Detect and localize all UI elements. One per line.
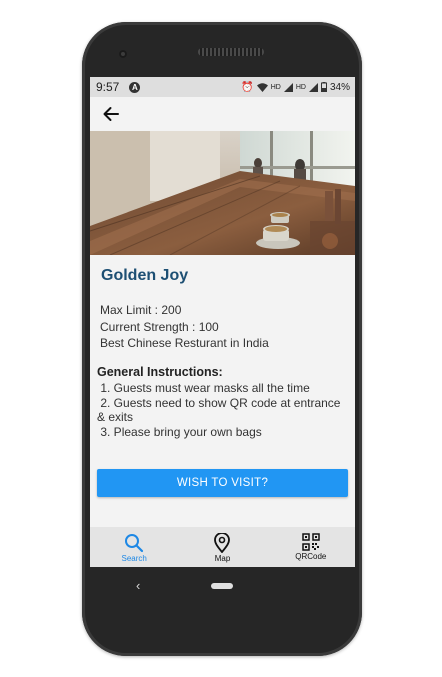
restaurant-photo (90, 131, 355, 255)
status-bar: 9:57 A ⏰ HD HD 34% (90, 77, 355, 97)
app-bar (90, 97, 355, 131)
bottom-navigation: Search Map QRCode (90, 527, 355, 567)
map-pin-icon (214, 533, 231, 553)
system-home-pill[interactable] (211, 583, 233, 589)
search-icon (125, 534, 144, 553)
battery-icon (320, 82, 327, 92)
instructions-title: General Instructions: (97, 365, 223, 379)
wifi-icon (256, 82, 268, 92)
wish-to-visit-button[interactable]: WISH TO VISIT? (97, 469, 348, 497)
battery-percent: 34% (329, 81, 350, 93)
status-icons: ⏰ HD HD 34% (241, 82, 350, 93)
nav-tab-qrcode[interactable]: QRCode (267, 527, 355, 567)
signal-icon-1 (283, 82, 293, 92)
front-camera (119, 50, 127, 58)
hd-label-1: HD (270, 83, 281, 91)
nav-tab-search[interactable]: Search (90, 527, 178, 567)
instruction-item: 1. Guests must wear masks all the time (97, 381, 310, 395)
earpiece-speaker (198, 48, 264, 56)
restaurant-name: Golden Joy (101, 267, 189, 284)
instruction-item: 3. Please bring your own bags (97, 424, 262, 439)
description-text: Best Chinese Resturant in India (100, 336, 269, 350)
system-back-icon[interactable]: ‹ (136, 578, 140, 593)
hd-label-2: HD (295, 83, 306, 91)
signal-icon-2 (308, 82, 318, 92)
restaurant-info: Max Limit : 200 Current Strength : 100 B… (100, 302, 269, 352)
status-time: 9:57 (96, 80, 120, 94)
notification-a-icon: A (129, 81, 141, 93)
app-screen: 9:57 A ⏰ HD HD 34% Golden Joy Max Limit … (90, 77, 355, 567)
alarm-icon: ⏰ (241, 81, 254, 93)
back-arrow-icon[interactable] (101, 104, 121, 124)
current-strength-text: Current Strength : 100 (100, 319, 219, 334)
nav-label-map: Map (214, 554, 231, 563)
nav-tab-map[interactable]: Map (178, 527, 266, 567)
qr-code-icon (302, 533, 320, 551)
instructions-list: 1. Guests must wear masks all the time 2… (97, 381, 349, 439)
max-limit-text: Max Limit : 200 (100, 303, 182, 317)
instruction-item: 2. Guests need to show QR code at entran… (97, 395, 344, 425)
nav-label-qrcode: QRCode (295, 552, 327, 561)
nav-label-search: Search (121, 554, 147, 563)
